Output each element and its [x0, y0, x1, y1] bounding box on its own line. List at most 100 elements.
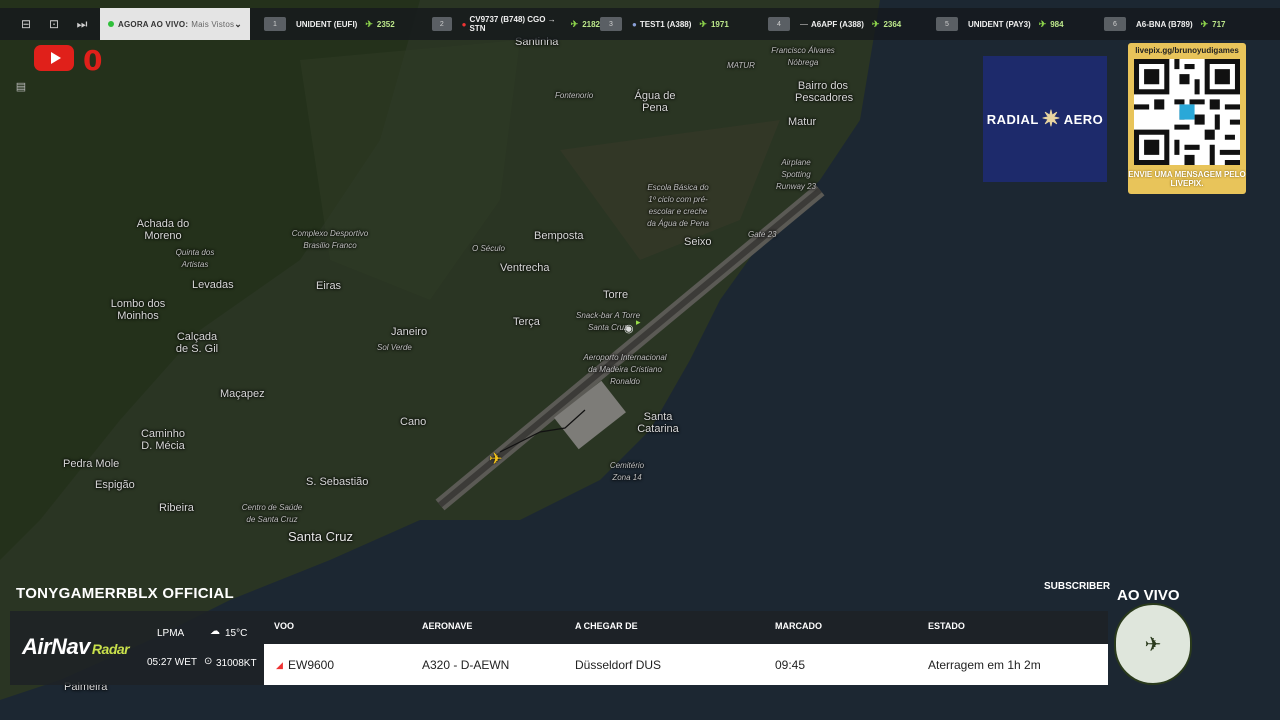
map-label: Cemitério Zona 14	[609, 461, 645, 482]
wind: 31008KT	[216, 658, 257, 669]
livepix-qr-panel: livepix.gg/brunoyudigames ENVIE UMA MENS…	[1128, 43, 1246, 194]
location-pin-icon: ◉	[624, 323, 634, 335]
plane-icon: ✈	[871, 18, 880, 29]
channel-name: TONYGAMERRBLX OFFICIAL	[16, 585, 234, 602]
plane-icon: ✈	[1200, 18, 1209, 29]
header-from: A CHEGAR DE	[575, 621, 638, 631]
plane-icon: ✈	[1038, 18, 1047, 29]
flight-name: UNIDENT (PAY3)	[968, 19, 1031, 29]
youtube-counter: 0	[83, 44, 103, 77]
map-label: Bemposta	[534, 230, 584, 242]
flight-count: 717	[1212, 19, 1226, 29]
map-label: Bairro dos Pescadores	[795, 80, 854, 104]
map-label: Santa Catarina	[637, 411, 679, 435]
cloud-icon: ☁	[210, 626, 220, 637]
temperature: 15°C	[225, 628, 248, 639]
aircraft-icon[interactable]: ✈	[489, 449, 502, 469]
map-label: Água de Pena	[634, 90, 676, 114]
youtube-logo-icon	[34, 45, 74, 71]
map-label: Cano	[400, 416, 427, 428]
airline-logo-icon: ◢	[276, 660, 283, 670]
top-flights-list: 1 UNIDENT (EUFI) ✈ 2352 2 ● CV9737 (B748…	[264, 15, 1234, 33]
map-label: O Século	[472, 244, 505, 253]
qr-url: livepix.gg/brunoyudigames	[1135, 46, 1239, 55]
map-label: Matur	[788, 116, 817, 128]
wind-icon: ⊙	[204, 656, 213, 667]
radial-aero-ad: RADIAL ✷ AERO	[983, 56, 1107, 182]
live-now-dropdown[interactable]: AGORA AO VIVO: Mais Vistos ⌄	[100, 8, 250, 40]
flight-count: 984	[1050, 19, 1064, 29]
local-time: 05:27 WET	[147, 657, 198, 668]
layers-icon[interactable]: ▤	[10, 76, 32, 96]
flight-count: 1971	[710, 19, 729, 29]
map-label: Espigão	[95, 479, 135, 491]
radial-ad-left: RADIAL	[986, 111, 1039, 127]
map-label: Ribeira	[159, 502, 194, 514]
top-flight-item[interactable]: 6 A6-BNA (B789) ✈ 717	[1104, 17, 1234, 31]
airnav-logo: AirNav Radar	[22, 634, 130, 660]
expand-icon[interactable]: ⊡	[40, 8, 68, 40]
top-flight-item[interactable]: 2 ● CV9737 (B748) CGO → STN ✈ 2182	[432, 15, 600, 33]
map-label: Eiras	[316, 280, 342, 292]
flag-icon: ▸	[636, 317, 641, 327]
flight-name: UNIDENT (EUFI)	[296, 19, 358, 29]
flight-rank: 5	[936, 17, 958, 31]
flight-rank: 6	[1104, 17, 1126, 31]
map-label: Centro de Saúde de Santa Cruz	[241, 503, 303, 524]
top-flight-item[interactable]: 3 ● TEST1 (A388) ✈ 1971	[600, 17, 768, 31]
map-label: Sol Verde	[377, 343, 412, 352]
header-scheduled: MARCADO	[775, 621, 822, 631]
map-label: Aeroporto Internacional da Madeira Crist…	[583, 353, 667, 386]
row-status: Aterragem em 1h 2m	[928, 658, 1041, 672]
collapse-panel-icon[interactable]: ⊟	[12, 8, 40, 40]
live-label: AO VIVO	[1117, 587, 1180, 604]
airport-code: LPMA	[157, 628, 185, 639]
channel-badge-logo: ✈	[1114, 603, 1192, 685]
airline-logo-icon: —	[800, 19, 808, 29]
map-label: Lombo dos Moinhos	[110, 298, 166, 322]
flight-count: 2352	[376, 19, 395, 29]
map-label: Fontenorio	[555, 91, 594, 100]
map-label: S. Sebastião	[306, 476, 369, 488]
flight-rank: 4	[768, 17, 790, 31]
plane-icon: ✈	[365, 18, 373, 29]
row-flight: EW9600	[288, 658, 335, 672]
top-bar: ⊟ ⊡ ⏭ AGORA AO VIVO: Mais Vistos ⌄ 1 UNI…	[0, 8, 1280, 40]
live-now-label: AGORA AO VIVO:	[118, 19, 189, 29]
live-now-sub: Mais Vistos	[191, 19, 235, 29]
chevron-down-icon: ⌄	[234, 18, 242, 29]
top-flight-item[interactable]: 4 — A6APF (A388) ✈ 2364	[768, 17, 936, 31]
flight-count: 2182	[582, 19, 600, 29]
map-label: Airplane Spotting Runway 23	[775, 158, 817, 191]
map-label: Seixo	[684, 236, 712, 248]
map-label: Complexo Desportivo Brasilio Franco	[291, 229, 369, 250]
radial-ad-right: AERO	[1063, 111, 1104, 127]
flight-name: TEST1 (A388)	[639, 19, 692, 29]
map-label: Calçada de S. Gil	[175, 331, 219, 355]
flight-name: A6APF (A388)	[811, 19, 864, 29]
qr-code-icon	[1134, 59, 1240, 165]
live-dot-icon	[108, 21, 114, 27]
map-label: Levadas	[192, 279, 234, 291]
map-label: Ventrecha	[500, 262, 550, 274]
header-flight: VOO	[274, 621, 295, 631]
header-status: ESTADO	[928, 621, 965, 631]
subscriber-label: SUBSCRIBER	[1044, 581, 1111, 592]
map-label: Francisco Álvares Nóbrega	[771, 46, 835, 67]
skip-next-icon[interactable]: ⏭	[68, 8, 96, 40]
map-label: Gate 23	[748, 230, 777, 239]
flight-name: CV9737 (B748) CGO → STN	[469, 15, 556, 33]
flight-name: A6-BNA (B789)	[1136, 19, 1193, 29]
plane-icon: ✈	[699, 18, 707, 29]
airnav-brand: AirNav	[22, 634, 90, 659]
top-flight-item[interactable]: 1 UNIDENT (EUFI) ✈ 2352	[264, 17, 432, 31]
flight-count: 2364	[883, 19, 902, 29]
flight-rank: 3	[600, 17, 622, 31]
top-flight-item[interactable]: 5 UNIDENT (PAY3) ✈ 984	[936, 17, 1104, 31]
map-label: Pedra Mole	[63, 458, 120, 470]
row-aircraft: A320 - D-AEWN	[422, 658, 510, 672]
map-label: Caminho D. Mécia	[140, 428, 186, 452]
map-label: Quinta dos Artistas	[175, 248, 215, 269]
map-label: MATUR	[727, 61, 755, 70]
row-scheduled: 09:45	[775, 658, 806, 672]
